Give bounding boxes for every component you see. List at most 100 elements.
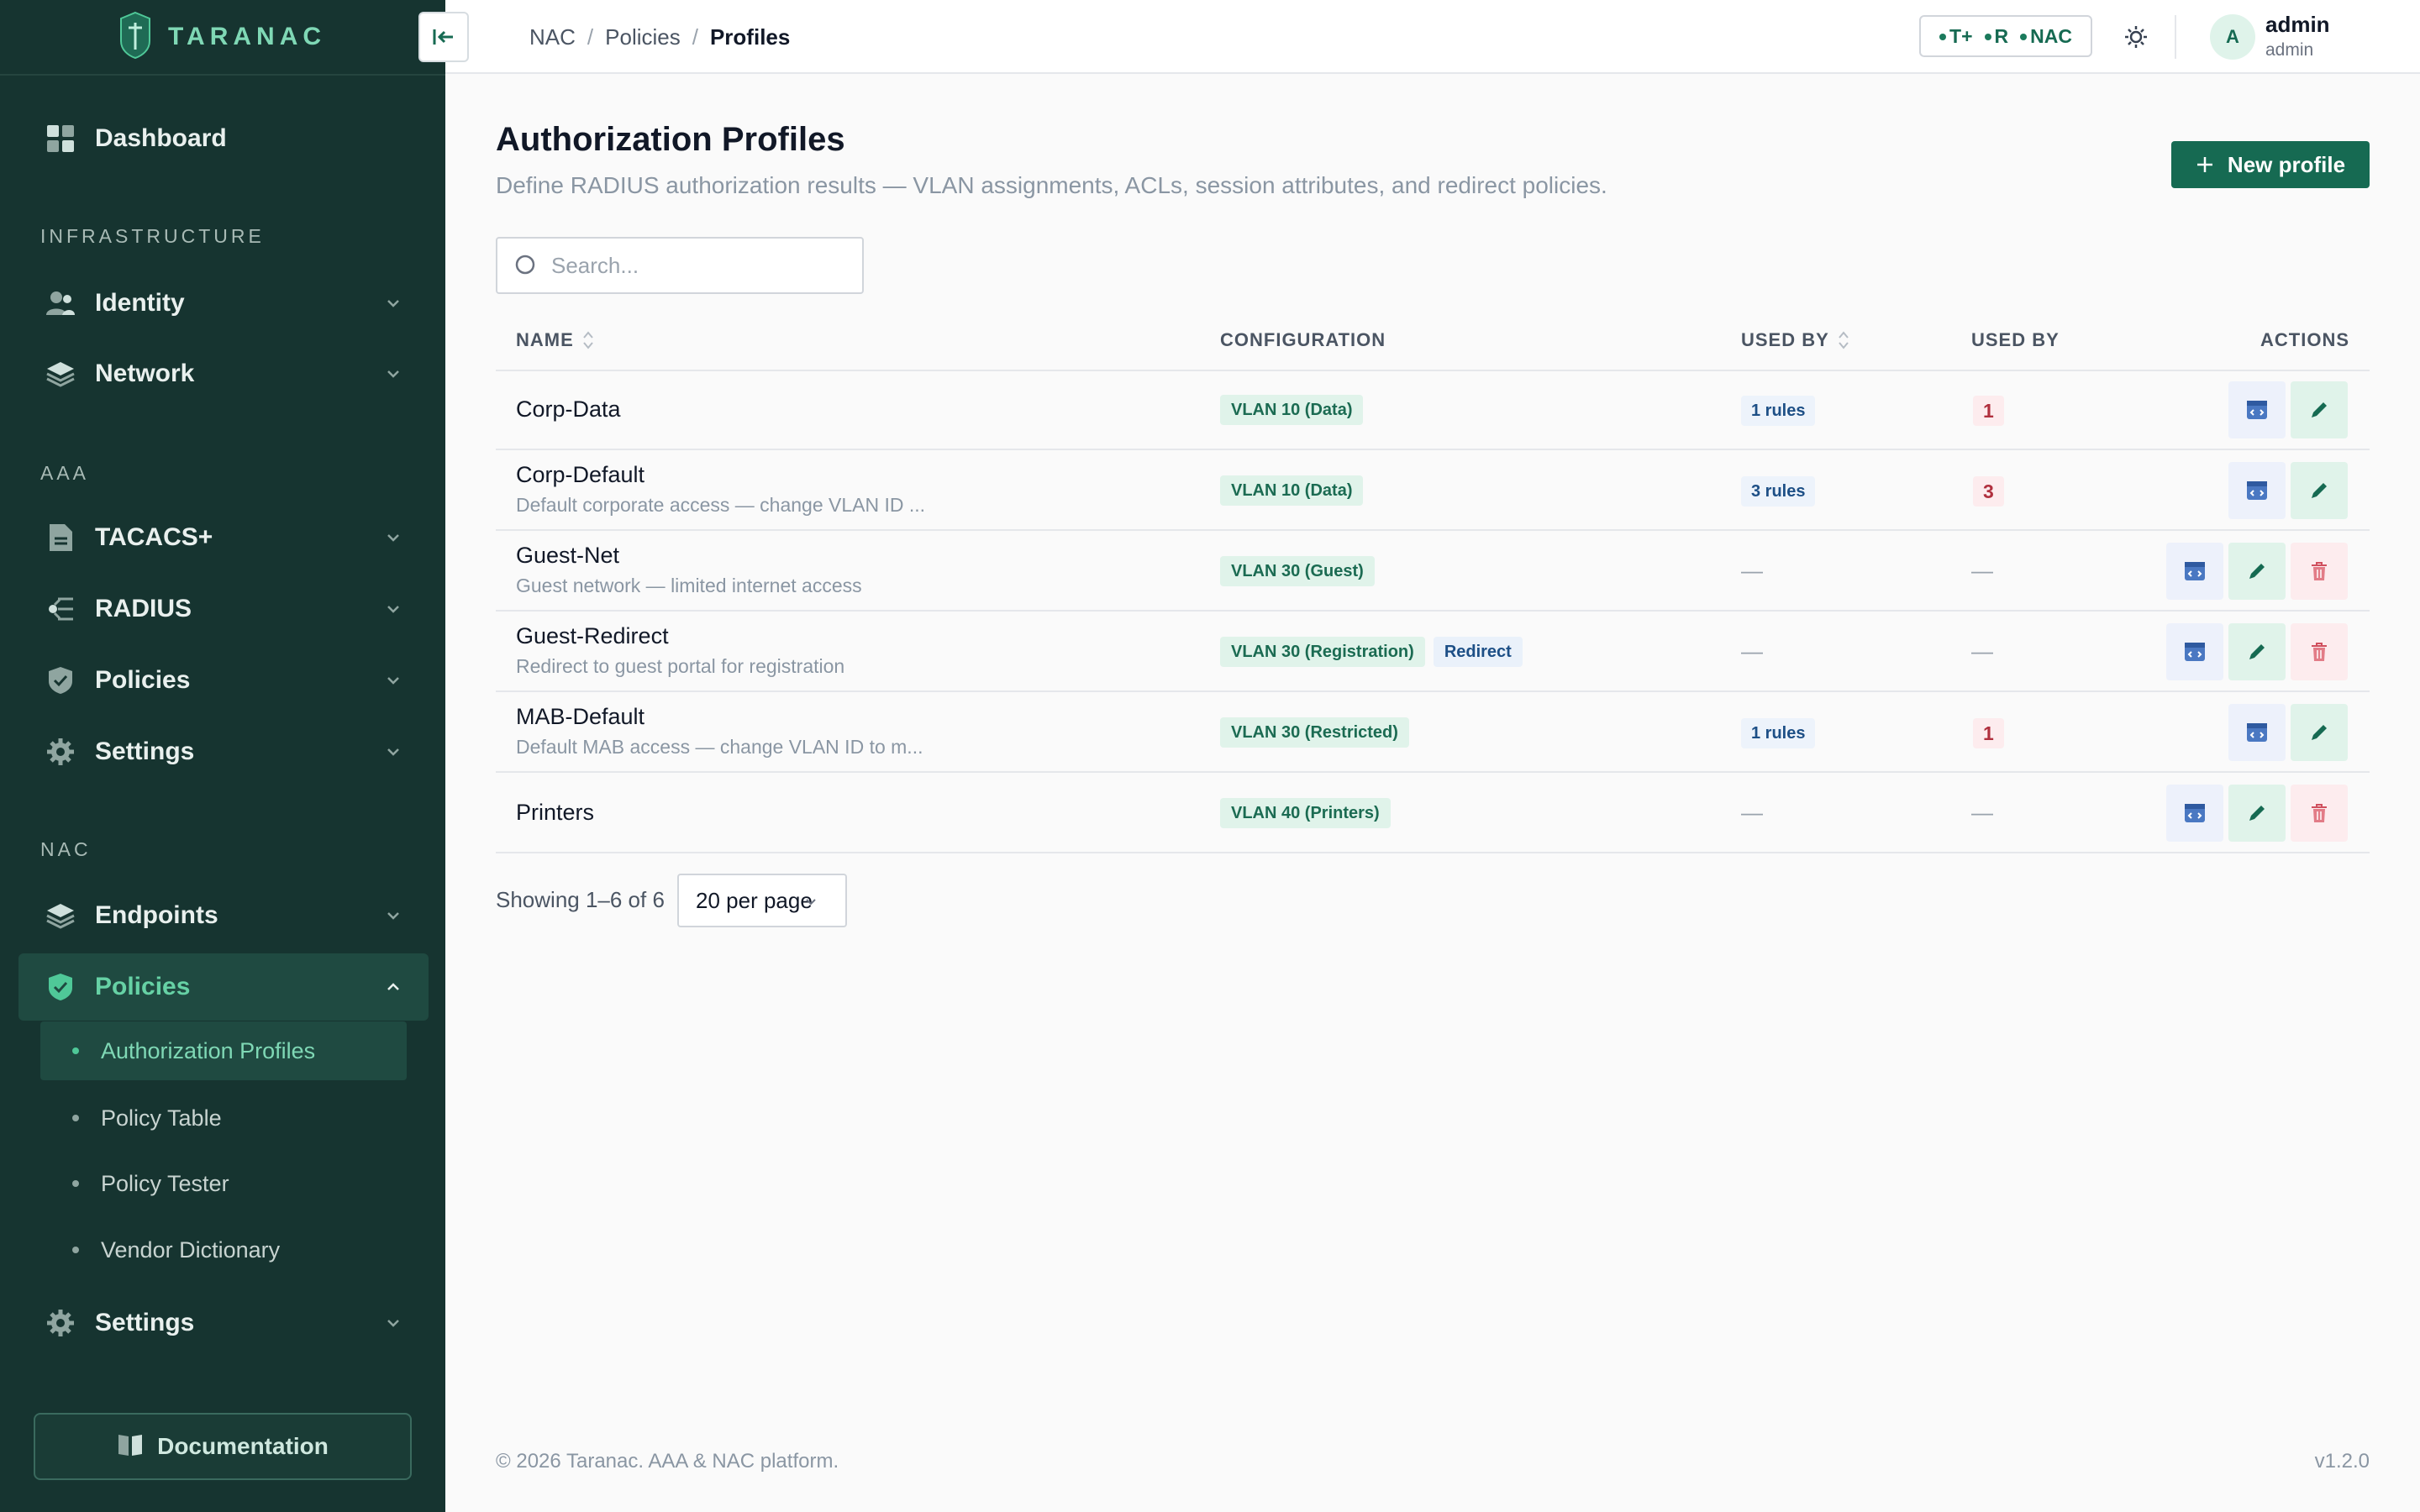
edit-button[interactable] xyxy=(2291,381,2348,438)
delete-button[interactable] xyxy=(2291,785,2348,842)
section-infrastructure: INFRASTRUCTURE xyxy=(40,225,265,247)
new-profile-button[interactable]: New profile xyxy=(2171,141,2370,188)
table-row[interactable]: Printers VLAN 40 (Printers) — — xyxy=(496,773,2370,853)
table-row[interactable]: MAB-Default Default MAB access — change … xyxy=(496,692,2370,773)
table-row[interactable]: Corp-Default Default corporate access — … xyxy=(496,450,2370,531)
profile-name[interactable]: Corp-Data xyxy=(516,396,621,423)
sidebar-subitem-label: Authorization Profiles xyxy=(101,1037,316,1063)
usage-count-badge: 3 xyxy=(1973,476,2004,507)
breadcrumb-policies[interactable]: Policies xyxy=(605,24,681,50)
profile-description: Default MAB access — change VLAN ID to m… xyxy=(516,736,923,758)
profile-name[interactable]: Guest-Redirect xyxy=(516,623,669,649)
vlan-tag: VLAN 10 (Data) xyxy=(1220,395,1364,425)
sidebar-item-network[interactable]: Network xyxy=(18,340,429,407)
view-button[interactable] xyxy=(2228,381,2286,438)
sidebar-subitem-policy-table[interactable]: Policy Table xyxy=(40,1089,407,1147)
brand[interactable]: TARANAC xyxy=(0,0,445,76)
usage-count-badge: 1 xyxy=(1973,718,2004,748)
bullet-icon xyxy=(72,1247,79,1253)
view-button[interactable] xyxy=(2166,785,2223,842)
view-button[interactable] xyxy=(2166,623,2223,680)
chevron-down-icon xyxy=(387,912,399,920)
column-header-label: CONFIGURATION xyxy=(1220,329,1386,350)
layers-icon xyxy=(45,900,76,931)
profile-name[interactable]: Corp-Default xyxy=(516,462,644,488)
user-role: admin xyxy=(2265,40,2314,60)
chevron-down-icon xyxy=(387,534,399,542)
sidebar-item-aaa-settings[interactable]: Settings xyxy=(18,718,429,785)
column-header-name[interactable]: NAME xyxy=(516,329,594,351)
sidebar-item-dashboard[interactable]: Dashboard xyxy=(18,105,429,172)
sidebar: TARANAC Dashboard INFRASTRUCTURE Identit… xyxy=(0,0,445,1512)
table-row[interactable]: Corp-Data VLAN 10 (Data) 1 rules 1 xyxy=(496,371,2370,450)
sidebar-item-endpoints[interactable]: Endpoints xyxy=(18,882,429,949)
trash-icon xyxy=(2312,804,2327,822)
configuration-tags: VLAN 30 (Registration) Redirect xyxy=(1220,637,1523,667)
documentation-button[interactable]: Documentation xyxy=(34,1413,412,1480)
sidebar-subitem-label: Policy Tester xyxy=(101,1170,229,1196)
chevron-up-icon xyxy=(387,983,399,990)
search-box xyxy=(496,237,864,294)
shield-logo-icon xyxy=(119,11,151,64)
configuration-tags: VLAN 10 (Data) xyxy=(1220,395,1364,425)
sidebar-subitem-label: Vendor Dictionary xyxy=(101,1236,281,1263)
sidebar-item-aaa-policies[interactable]: Policies xyxy=(18,647,429,714)
footer-version: v1.2.0 xyxy=(2314,1450,2370,1473)
rules-badge: 1 rules xyxy=(1741,718,1816,748)
edit-button[interactable] xyxy=(2291,462,2348,519)
gear-icon xyxy=(45,737,76,767)
column-header-used-by-rules[interactable]: USED BY xyxy=(1741,329,1849,351)
sidebar-subitem-policy-tester[interactable]: Policy Tester xyxy=(40,1154,407,1213)
search-input[interactable] xyxy=(551,249,854,282)
view-button[interactable] xyxy=(2166,543,2223,600)
protocol-status-badge: T+ R NAC xyxy=(1919,15,2092,57)
theme-toggle-button[interactable] xyxy=(2116,17,2156,57)
shield-check-icon xyxy=(45,972,76,1002)
per-page-value: 20 per page xyxy=(696,887,813,913)
sidebar-item-radius[interactable]: RADIUS xyxy=(18,575,429,643)
delete-button[interactable] xyxy=(2291,623,2348,680)
sidebar-item-nac-settings[interactable]: Settings xyxy=(18,1289,429,1357)
layers-icon xyxy=(45,359,76,389)
table-row[interactable]: Guest-Net Guest network — limited intern… xyxy=(496,531,2370,612)
delete-button[interactable] xyxy=(2291,543,2348,600)
column-header-label: USED BY xyxy=(1971,329,2060,350)
redirect-tag: Redirect xyxy=(1433,637,1523,667)
chevron-down-icon xyxy=(387,748,399,756)
sidebar-item-label: Endpoints xyxy=(95,901,218,929)
protocol-tacacs: T+ xyxy=(1939,25,1973,48)
table-row[interactable]: Guest-Redirect Redirect to guest portal … xyxy=(496,612,2370,692)
view-button[interactable] xyxy=(2228,462,2286,519)
breadcrumb-current: Profiles xyxy=(709,24,791,50)
sidebar-subitem-vendor-dictionary[interactable]: Vendor Dictionary xyxy=(40,1221,407,1279)
edit-button[interactable] xyxy=(2228,785,2286,842)
view-button[interactable] xyxy=(2228,704,2286,761)
footer-copyright: © 2026 Taranac. AAA & NAC platform. xyxy=(496,1450,839,1473)
sidebar-item-label: Settings xyxy=(95,738,195,765)
column-header-configuration: CONFIGURATION xyxy=(1220,329,1386,351)
pencil-icon xyxy=(2249,806,2265,821)
sidebar-item-identity[interactable]: Identity xyxy=(18,270,429,337)
breadcrumb-nac[interactable]: NAC xyxy=(529,24,576,50)
chevron-down-icon xyxy=(387,300,399,307)
book-icon xyxy=(117,1432,144,1462)
configuration-tags: VLAN 10 (Data) xyxy=(1220,475,1364,506)
avatar[interactable]: A xyxy=(2210,14,2255,60)
code-window-icon xyxy=(2185,804,2205,822)
edit-button[interactable] xyxy=(2228,543,2286,600)
sidebar-item-label: Policies xyxy=(95,973,191,1000)
sidebar-item-tacacs[interactable]: TACACS+ xyxy=(18,504,429,571)
rules-empty: — xyxy=(1741,558,1763,583)
edit-button[interactable] xyxy=(2228,623,2286,680)
collapse-sidebar-button[interactable] xyxy=(418,12,469,62)
sidebar-subitem-authorization-profiles[interactable]: Authorization Profiles xyxy=(40,1021,407,1080)
sidebar-item-nac-policies[interactable]: Policies xyxy=(18,953,429,1021)
profile-name[interactable]: Guest-Net xyxy=(516,543,619,569)
edit-button[interactable] xyxy=(2291,704,2348,761)
per-page-select[interactable]: 20 per page xyxy=(677,874,847,927)
protocol-label: NAC xyxy=(2030,24,2072,47)
vlan-tag: VLAN 10 (Data) xyxy=(1220,475,1364,506)
profile-name[interactable]: Printers xyxy=(516,800,594,826)
rules-badge: 3 rules xyxy=(1741,476,1816,507)
profile-name[interactable]: MAB-Default xyxy=(516,704,644,730)
